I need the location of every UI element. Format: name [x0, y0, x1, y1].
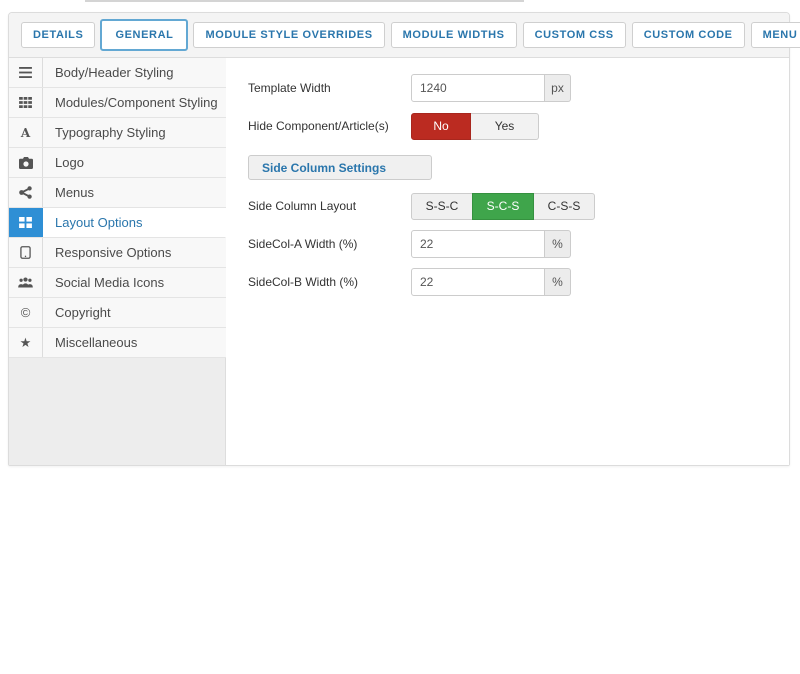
sidebar-item-copyright[interactable]: © Copyright — [9, 298, 226, 328]
tab-bar: DETAILS GENERAL MODULE STYLE OVERRIDES M… — [9, 13, 789, 58]
bars-icon — [9, 58, 43, 87]
template-width-row: Template Width px — [248, 74, 769, 102]
sidebar-item-label: Copyright — [43, 298, 226, 327]
sidecol-b-row: SideCol-B Width (%) % — [248, 268, 769, 296]
sidecol-a-input[interactable] — [411, 230, 545, 258]
grid-icon — [9, 88, 43, 117]
template-width-unit: px — [545, 74, 571, 102]
tab-module-style-overrides[interactable]: MODULE STYLE OVERRIDES — [193, 22, 384, 48]
sidecol-b-label: SideCol-B Width (%) — [248, 275, 411, 289]
sidecol-b-unit: % — [545, 268, 571, 296]
copyright-icon: © — [9, 298, 43, 327]
template-width-input[interactable] — [411, 74, 545, 102]
layout-css-button[interactable]: C-S-S — [533, 193, 595, 220]
layout-ssc-button[interactable]: S-S-C — [411, 193, 473, 220]
sidebar-item-label: Menus — [43, 178, 226, 207]
font-icon: A — [9, 118, 43, 147]
settings-sidebar: Body/Header Styling Modules/Component St… — [9, 58, 226, 465]
sidebar-item-label: Body/Header Styling — [43, 58, 226, 87]
template-settings-panel: DETAILS GENERAL MODULE STYLE OVERRIDES M… — [8, 12, 790, 466]
sidebar-item-label: Modules/Component Styling — [43, 88, 226, 117]
th-large-icon — [9, 208, 43, 237]
sidebar-item-label: Logo — [43, 148, 226, 177]
users-icon — [9, 268, 43, 297]
camera-icon — [9, 148, 43, 177]
sidebar-item-social-media-icons[interactable]: Social Media Icons — [9, 268, 226, 298]
sidebar-item-miscellaneous[interactable]: ★ Miscellaneous — [9, 328, 226, 358]
side-column-layout-group: S-S-C S-C-S C-S-S — [411, 193, 595, 220]
star-icon: ★ — [9, 328, 43, 357]
sidecol-b-input[interactable] — [411, 268, 545, 296]
side-column-settings-header[interactable]: Side Column Settings — [248, 155, 432, 180]
share-icon — [9, 178, 43, 207]
template-width-label: Template Width — [248, 81, 411, 95]
tablet-icon — [9, 238, 43, 267]
tab-custom-code[interactable]: CUSTOM CODE — [632, 22, 745, 48]
hide-component-label: Hide Component/Article(s) — [248, 119, 411, 133]
settings-content: Template Width px Hide Component/Article… — [226, 58, 789, 465]
sidebar-item-responsive-options[interactable]: Responsive Options — [9, 238, 226, 268]
sidebar-item-modules-component-styling[interactable]: Modules/Component Styling — [9, 88, 226, 118]
layout-scs-button[interactable]: S-C-S — [472, 193, 534, 220]
sidebar-item-logo[interactable]: Logo — [9, 148, 226, 178]
sidebar-item-layout-options[interactable]: Layout Options — [9, 208, 226, 238]
sidebar-item-menus[interactable]: Menus — [9, 178, 226, 208]
sidebar-item-typography-styling[interactable]: A Typography Styling — [9, 118, 226, 148]
tab-details[interactable]: DETAILS — [21, 22, 95, 48]
sidecol-a-label: SideCol-A Width (%) — [248, 237, 411, 251]
tab-menu-assignment[interactable]: MENU ASSIGNMENT — [751, 22, 800, 48]
sidebar-item-body-header-styling[interactable]: Body/Header Styling — [9, 58, 226, 88]
hide-component-yes-button[interactable]: Yes — [471, 113, 539, 140]
hide-component-toggle: No Yes — [411, 113, 539, 140]
side-column-layout-label: Side Column Layout — [248, 199, 411, 213]
sidebar-item-label: Miscellaneous — [43, 328, 226, 357]
hide-component-row: Hide Component/Article(s) No Yes — [248, 112, 769, 140]
sidebar-item-label: Layout Options — [43, 208, 225, 237]
top-edge-partial-field-border — [85, 0, 524, 2]
hide-component-no-button[interactable]: No — [411, 113, 471, 140]
sidecol-a-row: SideCol-A Width (%) % — [248, 230, 769, 258]
sidebar-item-label: Responsive Options — [43, 238, 226, 267]
sidecol-a-unit: % — [545, 230, 571, 258]
tab-custom-css[interactable]: CUSTOM CSS — [523, 22, 626, 48]
tab-general[interactable]: GENERAL — [100, 19, 188, 51]
sidebar-item-label: Typography Styling — [43, 118, 226, 147]
sidebar-item-label: Social Media Icons — [43, 268, 226, 297]
sidebar-filler — [9, 358, 226, 465]
side-column-layout-row: Side Column Layout S-S-C S-C-S C-S-S — [248, 192, 769, 220]
panel-body: Body/Header Styling Modules/Component St… — [9, 58, 789, 465]
tab-module-widths[interactable]: MODULE WIDTHS — [391, 22, 517, 48]
